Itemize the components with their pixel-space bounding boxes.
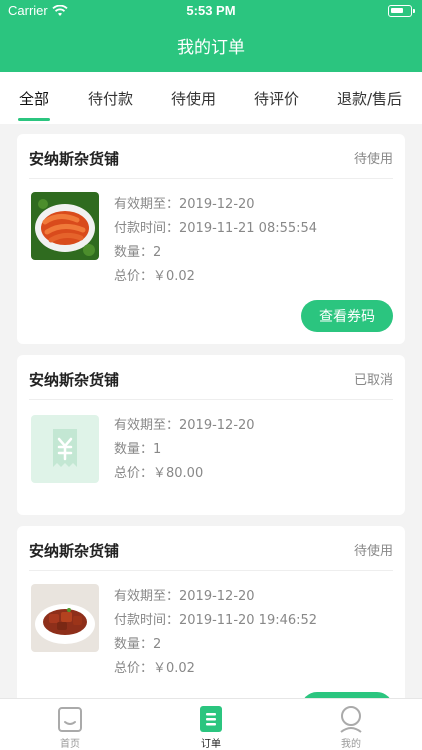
tab-pending-review[interactable]: 待评价 [254,88,299,109]
view-voucher-code-button[interactable]: 查看券码 [301,300,393,332]
quantity: 数量：2 [114,245,162,260]
app-header: Carrier 5:53 PM 我的订单 [0,0,422,72]
shop-name[interactable]: 安纳斯杂货铺 [29,369,119,390]
total-price: 总价：￥80.00 [114,466,204,481]
shop-name[interactable]: 安纳斯杂货铺 [29,148,119,169]
braised-pork-dish-image [31,584,99,652]
order-status: 已取消 [353,373,393,388]
order-card[interactable]: 安纳斯杂货铺 待使用 有效期至：2019-12-20 付款时间：2019-11-… [17,526,405,726]
voucher-placeholder-icon [53,429,77,467]
battery-icon [388,5,415,17]
card-divider [29,570,393,571]
quantity: 数量：2 [114,637,162,652]
profile-icon [340,706,362,733]
tabbar-item-profile[interactable]: 我的 [321,705,381,750]
order-card[interactable]: 安纳斯杂货铺 已取消 有效期至：2019-12-20 数量：1 总价：￥80.0… [17,355,405,515]
card-divider [29,399,393,400]
tabbar-item-home[interactable]: 首页 [40,705,100,750]
total-price: 总价：￥0.02 [114,661,195,676]
order-filter-tabs: 全部 待付款 待使用 待评价 退款/售后 [0,72,422,124]
order-list-icon [200,706,222,732]
tab-refund-aftersales[interactable]: 退款/售后 [337,88,402,109]
tab-pending-use[interactable]: 待使用 [171,88,216,109]
valid-until: 有效期至：2019-12-20 [114,589,255,604]
total-price: 总价：￥0.02 [114,269,195,284]
payment-time: 付款时间：2019-11-20 19:46:52 [114,613,318,628]
tab-all[interactable]: 全部 [19,88,49,109]
order-status: 待使用 [353,544,393,559]
product-thumbnail[interactable] [31,584,99,652]
tabbar-item-orders[interactable]: 订单 [181,705,241,750]
page-title: 我的订单 [177,38,245,58]
status-bar: Carrier 5:53 PM [0,0,422,22]
status-time: 5:53 PM [186,3,236,18]
valid-until: 有效期至：2019-12-20 [114,197,255,212]
product-thumbnail-placeholder[interactable] [31,415,99,483]
shrimp-dish-image [31,192,99,260]
valid-until: 有效期至：2019-12-20 [114,418,255,433]
bottom-tab-bar: 首页 订单 我的 [0,698,422,750]
tabbar-label: 首页 [60,739,80,750]
tabbar-label: 我的 [341,739,361,750]
active-tab-indicator [18,118,50,121]
order-status: 待使用 [353,152,393,167]
card-divider [29,178,393,179]
home-bag-icon [58,707,82,732]
shop-name[interactable]: 安纳斯杂货铺 [29,540,119,561]
tab-pending-payment[interactable]: 待付款 [88,88,133,109]
order-card[interactable]: 安纳斯杂货铺 待使用 有效期至：2019-12-20 付款时间：2019-11-… [17,134,405,344]
tabbar-label: 订单 [201,739,221,750]
payment-time: 付款时间：2019-11-21 08:55:54 [114,221,318,236]
product-thumbnail[interactable] [31,192,99,260]
quantity: 数量：1 [114,442,162,457]
